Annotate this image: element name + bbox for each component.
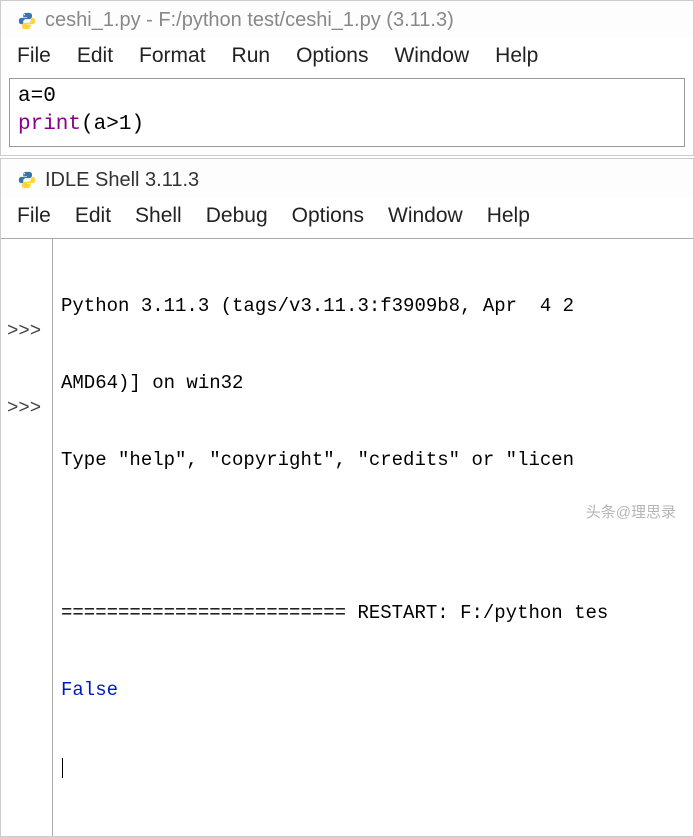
output-banner-2: AMD64)] on win32: [61, 371, 687, 397]
output-cursor-line[interactable]: [61, 755, 687, 781]
prompt-column: >>> >>>: [1, 239, 53, 836]
shell-menu-window[interactable]: Window: [388, 204, 463, 228]
output-blank: [61, 525, 687, 551]
output-column: Python 3.11.3 (tags/v3.11.3:f3909b8, Apr…: [53, 239, 693, 836]
shell-title-text: IDLE Shell 3.11.3: [45, 169, 199, 192]
prompt-blank: [7, 243, 48, 269]
shell-menu-debug[interactable]: Debug: [206, 204, 268, 228]
editor-title-bar: ceshi_1.py - F:/python test/ceshi_1.py (…: [1, 1, 693, 38]
prompt-marker: >>>: [7, 319, 48, 345]
editor-title-text: ceshi_1.py - F:/python test/ceshi_1.py (…: [45, 9, 454, 32]
menu-window[interactable]: Window: [394, 44, 469, 68]
code-line-2: print(a>1): [18, 111, 676, 139]
menu-options[interactable]: Options: [296, 44, 368, 68]
text-cursor-icon: [62, 758, 63, 778]
prompt-blank: [7, 268, 48, 294]
menu-run[interactable]: Run: [232, 44, 271, 68]
code-line-1: a=0: [18, 83, 676, 111]
python-file-icon: [17, 11, 37, 31]
code-editor[interactable]: a=0 print(a>1): [9, 78, 685, 147]
shell-window: IDLE Shell 3.11.3 File Edit Shell Debug …: [0, 158, 694, 837]
prompt-blank: [7, 371, 48, 397]
shell-title-bar: IDLE Shell 3.11.3: [1, 159, 693, 198]
menu-edit[interactable]: Edit: [77, 44, 113, 68]
shell-body[interactable]: >>> >>> Python 3.11.3 (tags/v3.11.3:f390…: [1, 238, 693, 836]
shell-menu-shell[interactable]: Shell: [135, 204, 182, 228]
output-banner-1: Python 3.11.3 (tags/v3.11.3:f3909b8, Apr…: [61, 294, 687, 320]
output-restart: ========================= RESTART: F:/py…: [61, 601, 687, 627]
watermark-text: 头条@理思录: [586, 501, 676, 522]
prompt-blank: [7, 345, 48, 371]
shell-menu-edit[interactable]: Edit: [75, 204, 111, 228]
editor-menu-bar: File Edit Format Run Options Window Help: [1, 38, 693, 78]
prompt-blank: [7, 294, 48, 320]
prompt-marker: >>>: [7, 396, 48, 422]
output-banner-3: Type "help", "copyright", "credits" or "…: [61, 448, 687, 474]
shell-menu-file[interactable]: File: [17, 204, 51, 228]
python-shell-icon: [17, 170, 37, 190]
editor-window: ceshi_1.py - F:/python test/ceshi_1.py (…: [0, 0, 694, 156]
shell-menu-help[interactable]: Help: [487, 204, 530, 228]
shell-menu-options[interactable]: Options: [292, 204, 364, 228]
menu-help[interactable]: Help: [495, 44, 538, 68]
output-result: False: [61, 678, 687, 704]
menu-format[interactable]: Format: [139, 44, 206, 68]
menu-file[interactable]: File: [17, 44, 51, 68]
shell-menu-bar: File Edit Shell Debug Options Window Hel…: [1, 198, 693, 238]
